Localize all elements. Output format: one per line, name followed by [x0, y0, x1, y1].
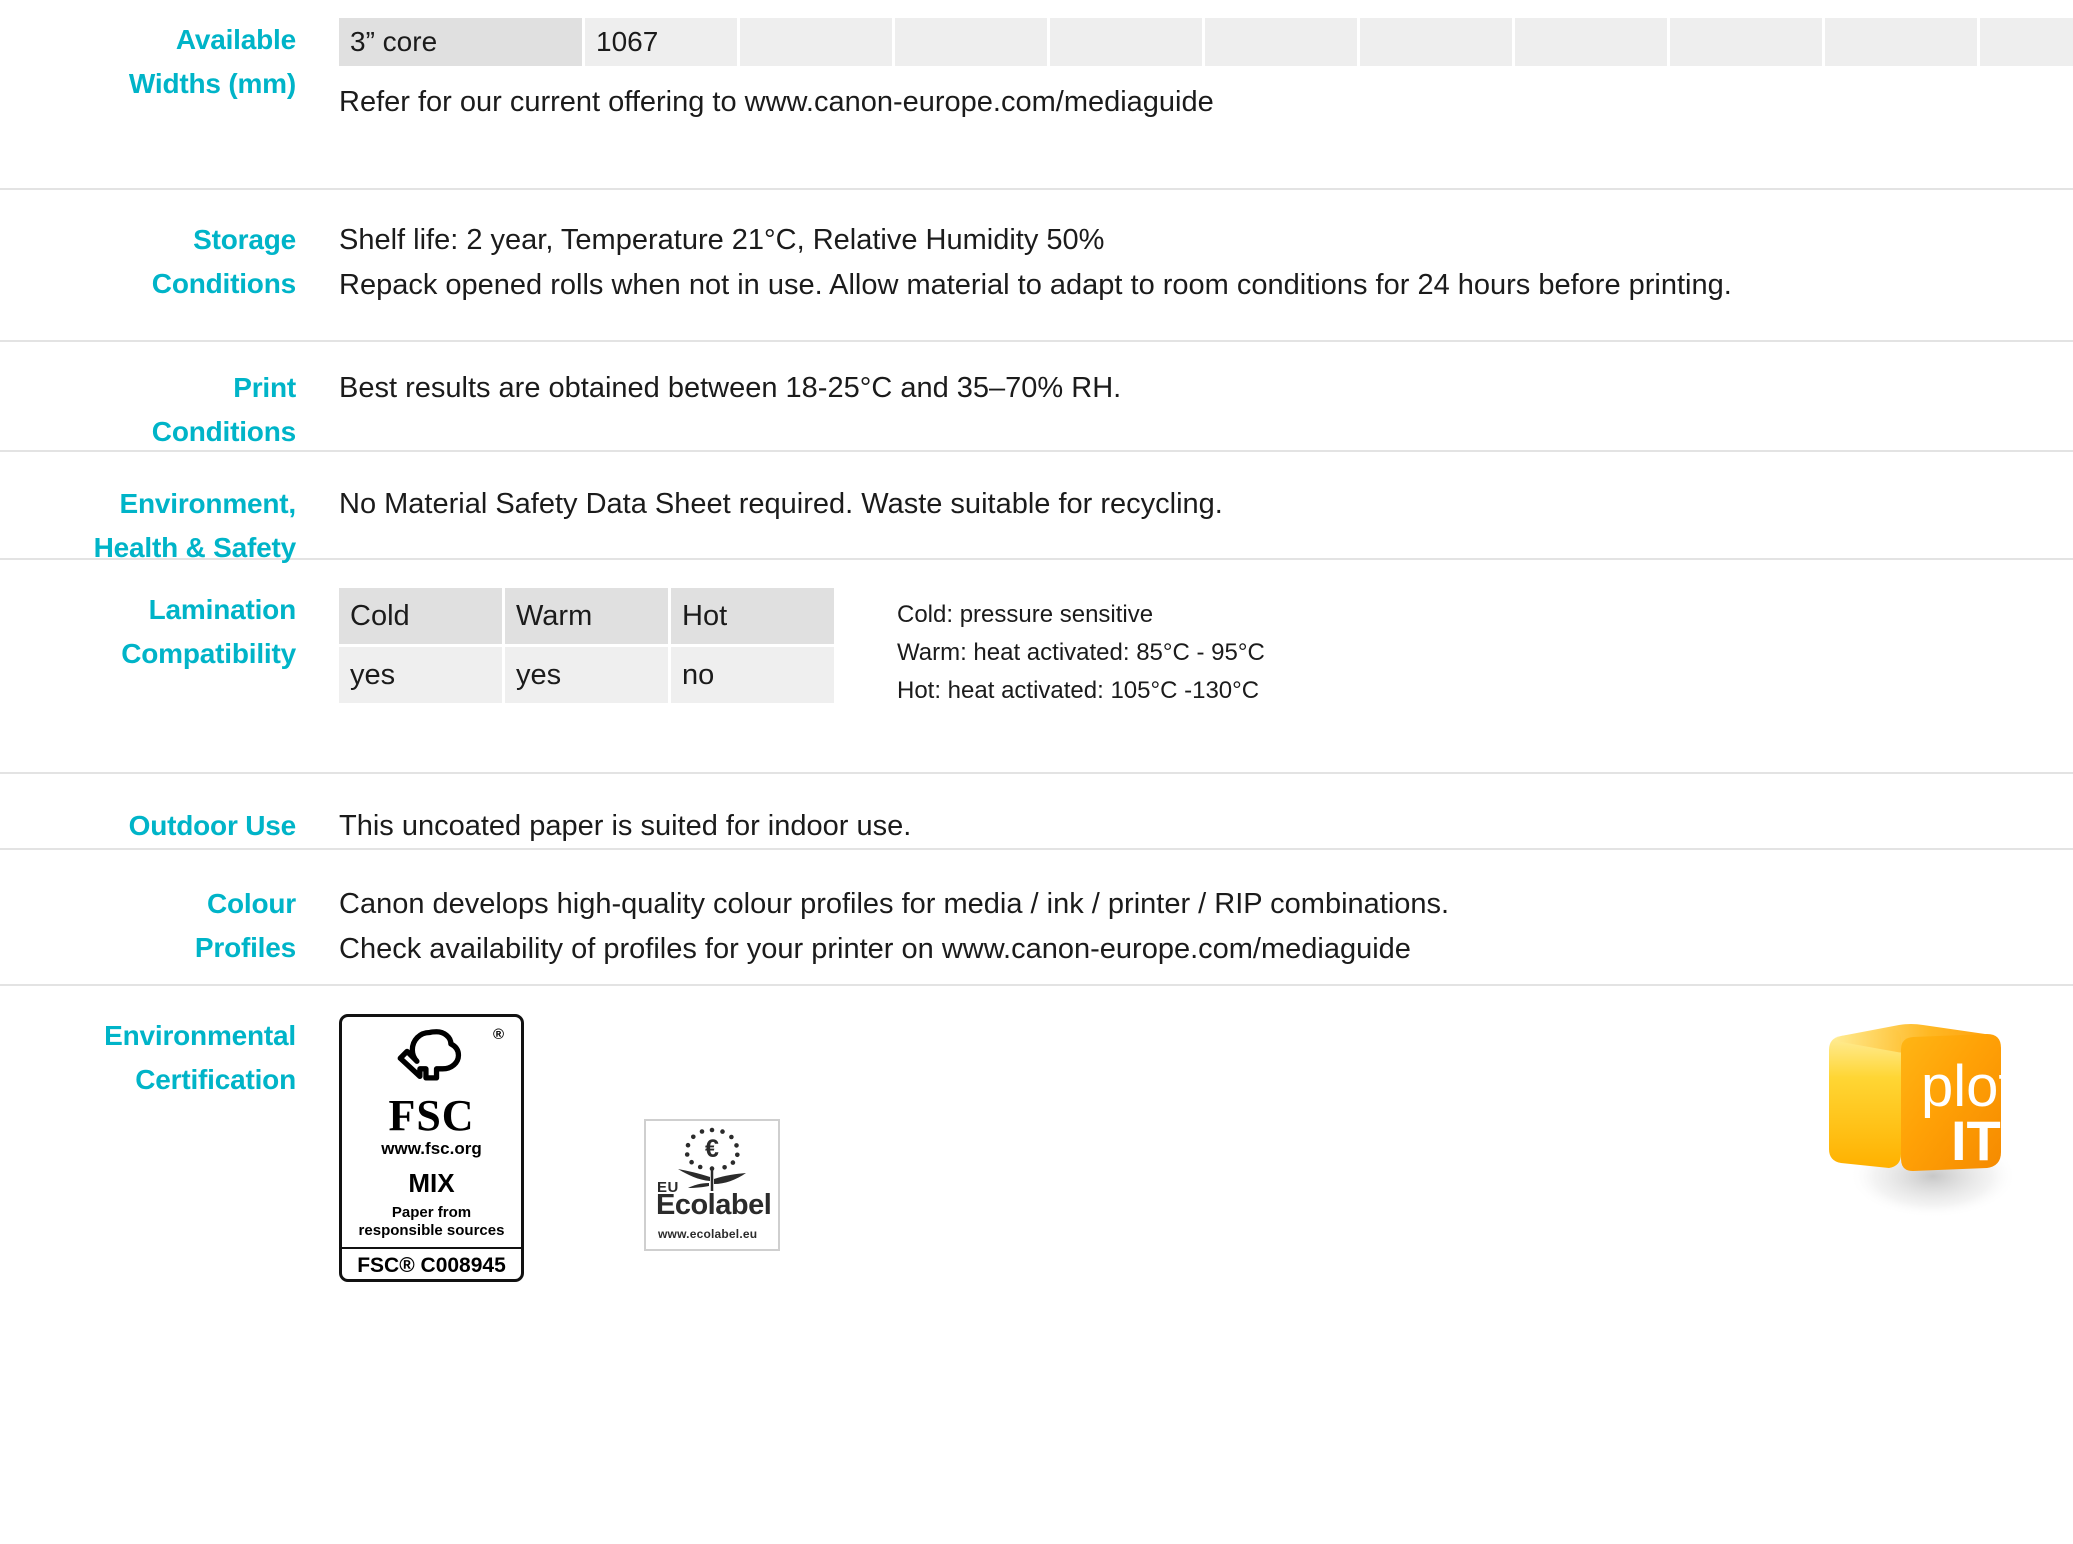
cell-empty [895, 18, 1047, 66]
cell-empty [1980, 18, 2073, 66]
ecolabel-url: www.ecolabel.eu [658, 1227, 758, 1241]
row-body-environment-health-safety: No Material Safety Data Sheet required. … [296, 482, 2073, 527]
lam-header-hot: Hot [671, 588, 834, 644]
row-body-print-conditions: Best results are obtained between 18-25°… [296, 366, 2073, 411]
row-label-storage-conditions: Storage Conditions [0, 218, 296, 306]
row-label-available-widths: Available Widths (mm) [0, 18, 296, 106]
row-label-print-conditions: Print Conditions [0, 366, 296, 454]
cell-core: 3” core [339, 18, 582, 66]
lam-header-warm: Warm [505, 588, 668, 644]
storage-line-1: Shelf life: 2 year, Temperature 21°C, Re… [339, 224, 1105, 256]
row-outdoor-use: Outdoor Use This uncoated paper is suite… [0, 774, 2073, 848]
row-label-line2: Profiles [194, 932, 296, 963]
row-lamination-compatibility: Lamination Compatibility Cold Warm Hot y… [0, 560, 2073, 750]
row-label-lamination-compatibility: Lamination Compatibility [0, 588, 296, 676]
lam-value-warm: yes [505, 647, 668, 703]
lamination-notes: Cold: pressure sensitive Warm: heat acti… [897, 588, 1265, 710]
table-row: 3” core 1067 [339, 18, 2073, 66]
cell-empty [1205, 18, 1357, 66]
row-label-line1: Colour [206, 888, 296, 919]
row-environment-health-safety: Environment, Health & Safety No Material… [0, 452, 2073, 563]
row-body-available-widths: 3” core 1067 Refer for our current offer… [296, 18, 2073, 125]
plotit-logo: plot IT [1815, 1016, 2025, 1226]
fsc-tree-checkmark-icon [397, 1029, 461, 1081]
row-label-line2: Compatibility [121, 638, 296, 669]
row-body-colour-profiles: Canon develops high-quality colour profi… [296, 882, 2073, 972]
lamination-note-warm: Warm: heat activated: 85°C - 95°C [897, 639, 1265, 666]
row-label-line1: Environmental [104, 1020, 296, 1051]
row-label-line2: Conditions [151, 416, 296, 447]
fsc-logo: ® FSC www.fsc.org MIX Paper from respons… [339, 1014, 524, 1282]
lamination-table: Cold Warm Hot yes yes no [336, 585, 837, 706]
cell-empty [1670, 18, 1822, 66]
fsc-grade: MIX [408, 1168, 455, 1198]
row-label-environment-health-safety: Environment, Health & Safety [0, 482, 297, 570]
eu-ecolabel-logo: € EU Ecolabel www.ecolabel.eu [644, 1119, 780, 1251]
row-label-line1: Outdoor Use [128, 810, 297, 841]
available-widths-table: 3” core 1067 [336, 18, 2073, 66]
cell-empty [740, 18, 892, 66]
colour-profiles-line-2: Check availability of profiles for your … [339, 933, 1411, 965]
cell-empty [1515, 18, 1667, 66]
row-label-line1: Lamination [148, 594, 297, 625]
fsc-description-line2: responsible sources [358, 1222, 505, 1239]
cell-empty [1360, 18, 1512, 66]
row-label-line1: Print [233, 372, 296, 403]
fsc-licence-code: FSC® C008945 [342, 1247, 521, 1279]
fsc-description-line1: Paper from [391, 1204, 472, 1221]
row-storage-conditions: Storage Conditions Shelf life: 2 year, T… [0, 190, 2073, 326]
storage-line-2: Repack opened rolls when not in use. All… [339, 269, 1732, 301]
spec-sheet: Available Widths (mm) 3” core 1067 Refer… [0, 0, 2073, 1544]
fsc-wordmark: FSC [388, 1091, 475, 1140]
plotit-cube-icon: plot IT [1829, 1024, 2017, 1218]
row-label-line1: Environment, [119, 488, 296, 519]
plotit-text-it: IT [1951, 1109, 2001, 1172]
fsc-url: www.fsc.org [381, 1139, 482, 1158]
fsc-registered-mark: ® [492, 1026, 504, 1043]
row-label-environmental-certification: Environmental Certification [0, 1014, 296, 1102]
lamination-note-hot: Hot: heat activated: 105°C -130°C [897, 677, 1260, 704]
environment-line-1: No Material Safety Data Sheet required. … [339, 488, 1223, 520]
row-label-line2: Widths (mm) [128, 68, 296, 99]
row-label-line1: Storage [193, 224, 296, 255]
row-label-colour-profiles: Colour Profiles [0, 882, 296, 970]
lamination-note-cold: Cold: pressure sensitive [897, 601, 1154, 628]
row-available-widths: Available Widths (mm) 3” core 1067 Refer… [0, 0, 2073, 140]
print-conditions-line-1: Best results are obtained between 18-25°… [339, 372, 1122, 404]
row-print-conditions: Print Conditions Best results are obtain… [0, 342, 2073, 450]
row-body-outdoor-use: This uncoated paper is suited for indoor… [296, 804, 2073, 849]
row-label-line2: Certification [135, 1064, 296, 1095]
row-body-storage-conditions: Shelf life: 2 year, Temperature 21°C, Re… [296, 218, 2073, 308]
row-body-lamination-compatibility: Cold Warm Hot yes yes no Cold: pressure … [296, 588, 2073, 710]
available-widths-note: Refer for our current offering to www.ca… [339, 86, 1214, 118]
row-label-outdoor-use: Outdoor Use [0, 804, 297, 848]
lam-header-cold: Cold [339, 588, 502, 644]
cell-width-1067: 1067 [585, 18, 737, 66]
fsc-description: Paper from responsible sources [359, 1204, 505, 1240]
cell-empty [1825, 18, 1977, 66]
row-environmental-certification: Environmental Certification ® FSC www.fs… [0, 986, 2073, 1282]
ecolabel-wordmark: Ecolabel [656, 1189, 772, 1221]
outdoor-use-line-1: This uncoated paper is suited for indoor… [339, 810, 912, 842]
table-row: yes yes no [339, 647, 834, 703]
table-header-row: Cold Warm Hot [339, 588, 834, 644]
certification-logos: ® FSC www.fsc.org MIX Paper from respons… [296, 1014, 2073, 1282]
lam-value-cold: yes [339, 647, 502, 703]
row-label-line1: Available [175, 24, 296, 55]
lam-value-hot: no [671, 647, 834, 703]
row-label-line2: Conditions [151, 268, 296, 299]
row-colour-profiles: Colour Profiles Canon develops high-qual… [0, 850, 2073, 976]
svg-text:€: € [705, 1135, 719, 1163]
cell-empty [1050, 18, 1202, 66]
colour-profiles-line-1: Canon develops high-quality colour profi… [339, 888, 1450, 920]
